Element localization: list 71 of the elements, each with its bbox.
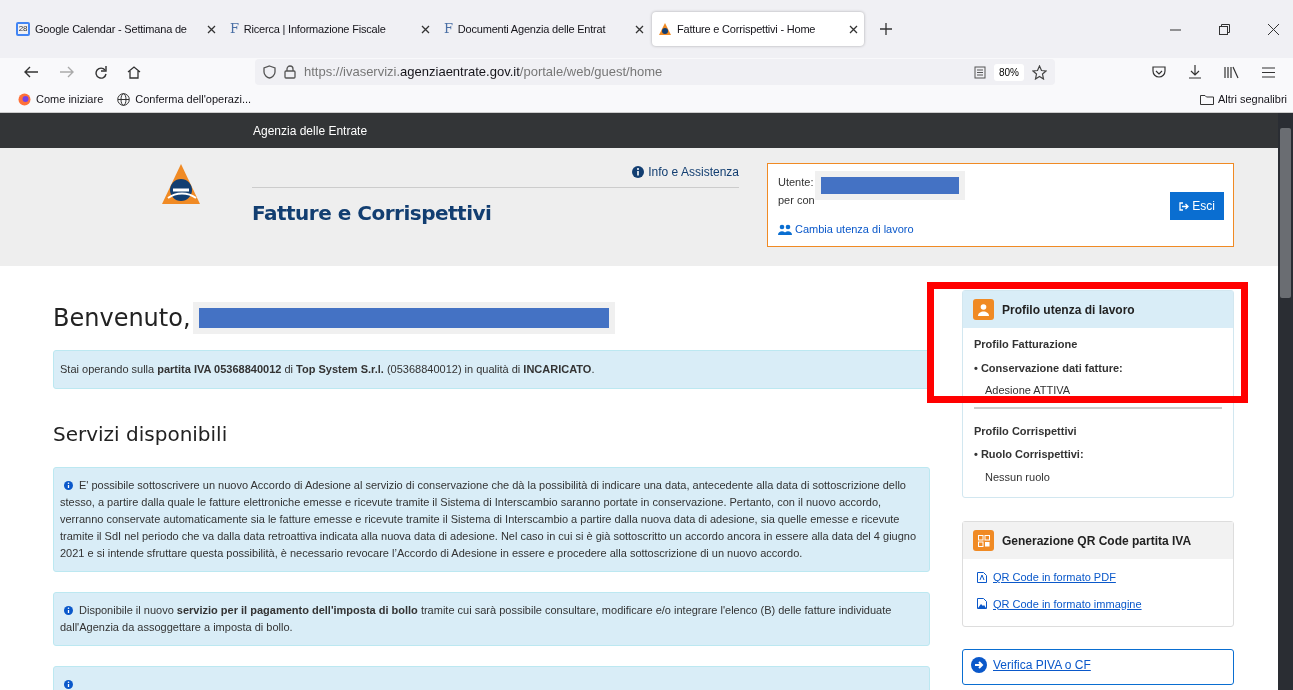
logout-button[interactable]: Esci bbox=[1170, 192, 1224, 220]
qr-code-link[interactable]: QR Code in formato PDF bbox=[993, 569, 1116, 586]
menu-icon[interactable] bbox=[1262, 66, 1275, 78]
site-logo-icon: F bbox=[230, 19, 239, 39]
info-alert: E' possibile sottoscrivere un nuovo Accordo di Adesione al servizio di conservazione che dà la possibilità di indicare una data, antecedente alla data di sottoscrizione dello stesso, a partire dalla quale le fatture elettroniche emesse e ricevute tramite il Sistema di Interscambio saranno portate in conservazione. Pertanto, con il nuovo accordo, verranno conservate automaticamente sia le fatture emesse e ricevute tramite il Sistema di Interscambio a partire dalla nuova data di adesione, sia quelle emesse e ricevute tramite il SdI nel periodo che va dalla data retroattiva indicata alla nuova data di adesione. Nel caso in cui si è già sottoscritto un accordo ancora in essere alla data del 4 giugno 2021 e si intende sfruttare questa possibilità, è necessario revocare l’Accordo di Adesione in essere e procedere alla sottoscrizione di un nuovo accordo. bbox=[53, 466, 930, 572]
zoom-level-button[interactable]: 80% bbox=[994, 63, 1024, 81]
card-title: Generazione QR Code partita IVA bbox=[1002, 532, 1192, 550]
logout-icon bbox=[1179, 201, 1190, 211]
info-link[interactable]: Info e Assistenza bbox=[648, 163, 739, 181]
restore-icon[interactable] bbox=[1219, 23, 1230, 35]
shield-icon bbox=[263, 65, 276, 79]
address-bar[interactable]: https://ivaservizi.agenziaentrate.gov.it/portale/web/guest/home 80% bbox=[255, 59, 1055, 85]
bookmark-link[interactable]: Come iniziare bbox=[36, 90, 104, 108]
user-context-label: per con bbox=[778, 192, 815, 208]
reader-view-icon[interactable] bbox=[974, 65, 986, 79]
browser-tab[interactable]: F Documenti Agenzia delle Entrat bbox=[438, 12, 650, 46]
browser-tab[interactable]: Fatture e Corrispettivi - Home bbox=[652, 12, 864, 46]
close-icon[interactable] bbox=[849, 24, 858, 34]
bookmark-link[interactable]: Conferma dell'operazi... bbox=[135, 90, 252, 108]
arrow-circle-icon bbox=[971, 657, 987, 673]
image-file-icon bbox=[977, 598, 987, 610]
site-logo-icon: F bbox=[444, 19, 453, 39]
qr-code-icon bbox=[973, 530, 994, 551]
close-icon[interactable] bbox=[1268, 23, 1279, 35]
close-icon[interactable] bbox=[421, 24, 430, 34]
close-icon[interactable] bbox=[207, 24, 216, 34]
role-label: • Conservazione dati fatture: bbox=[974, 360, 1124, 376]
operating-notice: Stai operando sulla partita IVA 05368840012 di Top System S.r.l. (05368840012) in qualità di INCARICATO. bbox=[53, 350, 930, 389]
browser-logo-icon bbox=[18, 92, 31, 106]
back-icon[interactable] bbox=[24, 66, 38, 78]
info-icon bbox=[64, 480, 73, 490]
card-title: Profilo utenza di lavoro bbox=[1002, 301, 1135, 319]
home-icon[interactable] bbox=[127, 65, 141, 79]
welcome-heading: Benvenuto, bbox=[53, 303, 191, 334]
calendar-icon: 28 bbox=[16, 22, 30, 36]
info-icon bbox=[64, 679, 73, 689]
info-alert: Disponibile il nuovo servizio per il pagamento dell'imposta di bollo tramite cui sarà possibile consultare, modificare e/o integrare l'elenco (B) delle fatture individuate dall'Agenzia da assoggettare a imposta di bollo. bbox=[53, 591, 930, 646]
folder-icon bbox=[1199, 93, 1214, 105]
profile-heading: Profilo Corrispettivi bbox=[974, 423, 1078, 439]
app-title: Fatture e Corrispettivi bbox=[252, 200, 492, 227]
lock-icon bbox=[284, 65, 296, 79]
library-icon[interactable] bbox=[1224, 65, 1240, 79]
user-label: Utente: bbox=[778, 175, 815, 190]
scrollbar[interactable] bbox=[1278, 113, 1293, 690]
role-value: Nessun ruolo bbox=[985, 469, 1051, 485]
browser-tab[interactable]: 28 Google Calendar - Settimana de bbox=[10, 12, 222, 46]
globe-icon bbox=[117, 92, 131, 106]
info-icon bbox=[632, 166, 645, 178]
close-icon[interactable] bbox=[635, 24, 644, 34]
url-text: https://ivaservizi.agenziaentrate.gov.it/portale/web/guest/home bbox=[304, 63, 663, 82]
agency-name: Agenzia delle Entrate bbox=[253, 122, 368, 140]
role-value: Adesione ATTIVA bbox=[985, 383, 1072, 398]
profile-heading: Profilo Fatturazione bbox=[974, 337, 1079, 352]
pdf-file-icon bbox=[977, 571, 987, 583]
pocket-icon[interactable] bbox=[1152, 65, 1166, 79]
verify-link[interactable]: Verifica PIVA o CF bbox=[993, 656, 1091, 674]
bookmark-star-icon[interactable] bbox=[1032, 64, 1047, 80]
role-label: • Ruolo Corrispettivi: bbox=[974, 447, 1085, 462]
change-user-link[interactable]: Cambia utenza di lavoro bbox=[795, 221, 914, 238]
new-tab-icon[interactable] bbox=[880, 23, 892, 35]
user-icon bbox=[973, 299, 994, 320]
browser-tab[interactable]: F Ricerca | Informazione Fiscale bbox=[224, 12, 436, 46]
agency-logo-icon bbox=[160, 162, 202, 206]
section-heading: Servizi disponibili bbox=[53, 420, 229, 448]
qr-code-link[interactable]: QR Code in formato immagine bbox=[993, 595, 1142, 612]
info-icon bbox=[64, 605, 73, 615]
users-icon bbox=[778, 223, 792, 235]
download-icon[interactable] bbox=[1188, 65, 1202, 79]
bookmark-folder-link[interactable]: Altri segnalibri bbox=[1217, 90, 1287, 108]
agency-logo-icon bbox=[658, 22, 672, 36]
reload-icon[interactable] bbox=[94, 65, 107, 79]
